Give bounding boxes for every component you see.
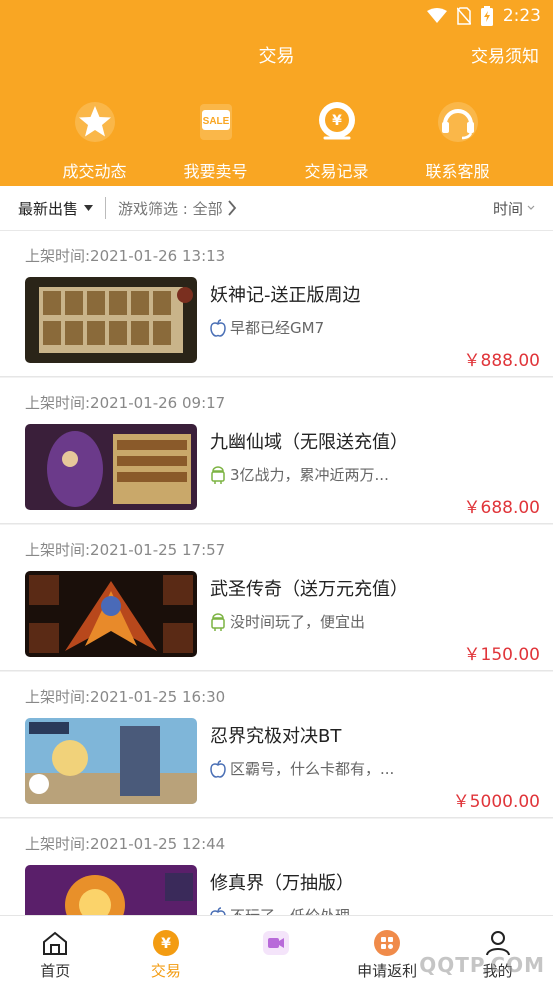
chevron-down-icon xyxy=(527,205,535,210)
android-icon xyxy=(211,465,225,484)
listing-price: ￥688.00 xyxy=(463,498,540,518)
listing-desc-text: 没时间玩了，便宜出 xyxy=(230,613,366,631)
apple-icon xyxy=(210,318,226,337)
listing-price: ￥5000.00 xyxy=(452,792,540,812)
tab-home[interactable]: 首页 xyxy=(0,916,111,984)
listing-time: 上架时间:2021-01-26 13:13 xyxy=(25,247,226,265)
quick-item-deals[interactable]: 成交动态 xyxy=(34,100,155,182)
trade-notice-link[interactable]: 交易须知 xyxy=(471,42,539,67)
listing-card[interactable]: 上架时间:2021-01-25 17:57 武圣传奇（送万元充值） 没时间玩了，… xyxy=(0,525,553,671)
latest-sale-label: 最新出售 xyxy=(18,199,79,218)
status-bar: 2:23 xyxy=(426,5,541,27)
quick-label: 成交动态 xyxy=(62,162,127,181)
svg-text:¥: ¥ xyxy=(332,113,342,129)
svg-text:SALE: SALE xyxy=(202,116,229,127)
listing-price: ￥150.00 xyxy=(463,645,540,665)
game-thumbnail xyxy=(25,718,197,804)
clock-text: 2:23 xyxy=(502,6,541,26)
game-name: 忍界究极对决BT xyxy=(210,726,342,747)
game-thumbnail xyxy=(25,571,197,657)
time-sort-label: 时间 xyxy=(492,199,523,218)
listing-desc-text: 区霸号，什么卡都有，... xyxy=(230,760,395,778)
quick-label: 我要卖号 xyxy=(183,162,248,181)
battery-icon xyxy=(480,6,493,26)
chevron-right-icon xyxy=(227,200,236,216)
home-icon xyxy=(0,928,111,958)
game-thumbnail xyxy=(25,277,197,363)
game-thumbnail xyxy=(25,424,197,510)
listing-desc: 3亿战力，累冲近两万... xyxy=(210,464,389,485)
wifi-icon xyxy=(426,8,447,23)
listing-time: 上架时间:2021-01-25 16:30 xyxy=(25,688,226,706)
game-filter-label: 游戏筛选 : 全部 xyxy=(118,199,223,218)
listing-desc-text: 早都已经GM7 xyxy=(230,319,325,337)
no-sim-icon xyxy=(456,7,471,25)
game-name: 修真界（万抽版） xyxy=(210,873,354,894)
listing-list: 上架时间:2021-01-26 13:13 妖神记-送正版周边 早都已经GM7 … xyxy=(0,231,553,915)
quick-label: 联系客服 xyxy=(425,162,490,181)
listing-desc-text: 不玩了，低价处理 xyxy=(230,905,350,915)
listing-desc: 早都已经GM7 xyxy=(210,317,324,338)
watermark-text: QQTP.COM xyxy=(419,953,545,977)
listing-card[interactable]: 上架时间:2021-01-26 09:17 九幽仙域（无限送充值） 3亿战力，累… xyxy=(0,378,553,524)
listing-time: 上架时间:2021-01-26 09:17 xyxy=(25,394,226,412)
time-sort[interactable]: 时间 xyxy=(493,198,535,219)
listing-desc-text: 3亿战力，累冲近两万... xyxy=(230,466,389,484)
quick-item-service[interactable]: 联系客服 xyxy=(397,100,518,182)
sale-tag-icon: SALE xyxy=(194,100,238,144)
listing-price: ￥888.00 xyxy=(463,351,540,371)
apple-icon xyxy=(210,759,226,778)
filter-bar: 最新出售 游戏筛选 : 全部 时间 xyxy=(0,186,553,231)
svg-text:¥: ¥ xyxy=(161,936,171,952)
apple-icon xyxy=(210,906,226,915)
tab-video[interactable] xyxy=(221,916,332,984)
divider xyxy=(105,197,107,219)
listing-desc: 没时间玩了，便宜出 xyxy=(210,611,365,632)
tab-label: 交易 xyxy=(150,962,181,980)
quick-item-sell[interactable]: SALE 我要卖号 xyxy=(155,100,276,182)
star-icon xyxy=(73,100,117,144)
video-icon xyxy=(221,928,332,958)
headset-icon xyxy=(436,100,480,144)
android-icon xyxy=(211,612,225,631)
latest-sale-dropdown[interactable]: 最新出售 xyxy=(18,198,94,219)
listing-time: 上架时间:2021-01-25 17:57 xyxy=(25,541,226,559)
listing-card[interactable]: 上架时间:2021-01-26 13:13 妖神记-送正版周边 早都已经GM7 … xyxy=(0,231,553,377)
game-name: 九幽仙域（无限送充值） xyxy=(210,432,408,453)
yuan-record-icon: ¥ xyxy=(315,100,359,144)
game-name: 武圣传奇（送万元充值） xyxy=(210,579,408,600)
quick-actions: 成交动态 SALE 我要卖号 ¥ 交易记录 联系客服 xyxy=(0,100,553,182)
header-bar: 2:23 交易 交易须知 成交动态 SALE 我要卖号 ¥ 交易记录 联系客服 xyxy=(0,0,553,186)
game-thumbnail xyxy=(25,865,197,915)
yuan-icon: ¥ xyxy=(111,928,222,958)
caret-down-icon xyxy=(84,205,94,211)
game-name: 妖神记-送正版周边 xyxy=(210,285,361,306)
listing-desc: 不玩了，低价处理 xyxy=(210,905,350,915)
quick-item-records[interactable]: ¥ 交易记录 xyxy=(276,100,397,182)
listing-card[interactable]: 上架时间:2021-01-25 12:44 修真界（万抽版） 不玩了，低价处理 xyxy=(0,819,553,915)
tab-trade[interactable]: ¥ 交易 xyxy=(111,916,222,984)
quick-label: 交易记录 xyxy=(304,162,369,181)
listing-card[interactable]: 上架时间:2021-01-25 16:30 忍界究极对决BT 区霸号，什么卡都有… xyxy=(0,672,553,818)
tab-label: 首页 xyxy=(40,962,71,980)
listing-time: 上架时间:2021-01-25 12:44 xyxy=(25,835,226,853)
game-filter[interactable]: 游戏筛选 : 全部 xyxy=(118,198,237,219)
listing-desc: 区霸号，什么卡都有，... xyxy=(210,758,394,779)
